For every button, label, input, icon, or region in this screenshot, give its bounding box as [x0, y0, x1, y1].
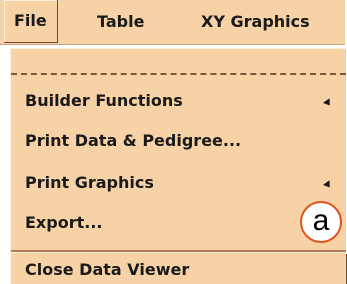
menu-item-print-data-pedigree[interactable]: Print Data & Pedigree... — [25, 131, 241, 150]
menu-item-export[interactable]: Export... — [25, 213, 102, 232]
menu-item-close-data-viewer[interactable]: Close Data Viewer — [25, 260, 189, 279]
tear-off-line[interactable] — [11, 73, 346, 75]
menu-bar: File Table XY Graphics — [0, 0, 345, 45]
menu-item-builder-functions[interactable]: Builder Functions — [25, 91, 183, 110]
menu-item-close-data-viewer-row[interactable]: Close Data Viewer — [11, 254, 347, 284]
menu-xy-graphics[interactable]: XY Graphics — [201, 0, 310, 44]
menu-file[interactable]: File — [4, 0, 58, 43]
submenu-arrow-icon — [323, 98, 333, 108]
menu-item-print-graphics[interactable]: Print Graphics — [25, 173, 154, 192]
file-dropdown-menu: Builder Functions Print Data & Pedigree.… — [10, 48, 347, 284]
submenu-arrow-icon — [323, 180, 333, 190]
menu-separator — [11, 250, 346, 253]
menu-table[interactable]: Table — [97, 0, 144, 44]
annotation-marker: a — [300, 201, 342, 243]
